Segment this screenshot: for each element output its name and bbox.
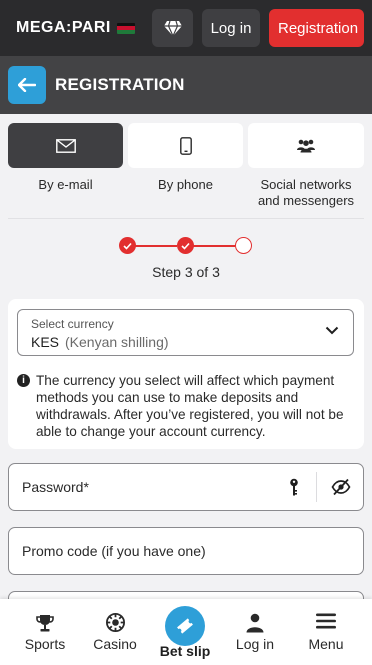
page-title: REGISTRATION (55, 75, 185, 94)
tab-social[interactable] (248, 123, 364, 168)
logo-text: MEGA:PARI (16, 19, 111, 36)
currency-info-text: The currency you select will affect whic… (36, 373, 344, 439)
nav-menu-label: Menu (308, 636, 344, 652)
promo-code-field[interactable]: Promo code (if you have one) (8, 527, 364, 575)
nav-sports[interactable]: Sports (10, 599, 80, 665)
currency-select-value: KES (Kenyan shilling) (31, 334, 169, 350)
top-header: MEGA:PARI Log in Registration (0, 0, 372, 56)
nav-sports-label: Sports (24, 636, 66, 652)
tab-email-label: By e-mail (38, 177, 93, 192)
step-progress-text: Step 3 of 3 (152, 264, 220, 280)
password-placeholder: Password* (22, 479, 89, 495)
diamond-button[interactable] (152, 9, 193, 47)
logo[interactable]: MEGA:PARI (16, 19, 135, 37)
nav-casino[interactable]: Casino (80, 599, 150, 665)
field-separator (316, 472, 317, 502)
password-field[interactable]: Password* (8, 463, 364, 511)
currency-select[interactable]: Select currency KES (Kenyan shilling) (17, 309, 354, 356)
diamond-icon (163, 20, 182, 37)
login-button[interactable]: Log in (202, 9, 260, 47)
arrow-left-icon (18, 78, 36, 92)
step-1-complete (119, 237, 136, 254)
ticket-icon (177, 618, 193, 634)
user-icon (246, 613, 264, 633)
tab-email[interactable] (8, 123, 123, 168)
nav-login[interactable]: Log in (220, 599, 290, 665)
back-button[interactable] (8, 66, 46, 104)
tab-social-label: Social networks and messengers (257, 177, 355, 208)
hamburger-menu-icon (316, 613, 336, 629)
people-icon (297, 139, 315, 153)
check-icon (123, 242, 132, 250)
info-icon: i (17, 374, 30, 387)
step-2-complete (177, 237, 194, 254)
promo-code-placeholder: Promo code (if you have one) (22, 543, 206, 559)
currency-card: Select currency KES (Kenyan shilling) i T… (8, 299, 364, 449)
step-3-current (235, 237, 252, 254)
bet-slip-label: Bet slip (159, 643, 211, 659)
envelope-icon (55, 138, 76, 153)
kenya-flag-icon (116, 22, 135, 34)
phone-icon (179, 136, 192, 155)
step-connector (193, 245, 235, 247)
currency-name: (Kenyan shilling) (65, 334, 169, 350)
check-icon (181, 242, 190, 250)
key-icon[interactable] (289, 478, 299, 496)
registration-bar: REGISTRATION (0, 56, 372, 114)
currency-select-label: Select currency (31, 317, 114, 331)
nav-login-label: Log in (235, 636, 275, 652)
tab-phone[interactable] (128, 123, 243, 168)
eye-slash-icon[interactable] (331, 478, 351, 496)
bet-slip-button[interactable] (165, 606, 205, 646)
trophy-icon (36, 615, 54, 632)
divider (8, 218, 364, 219)
registration-button[interactable]: Registration (269, 9, 364, 47)
step-connector (135, 245, 177, 247)
nav-menu[interactable]: Menu (291, 599, 361, 665)
casino-chip-icon (105, 613, 125, 632)
nav-casino-label: Casino (93, 636, 137, 652)
tab-phone-label: By phone (158, 177, 213, 192)
chevron-down-icon (325, 326, 339, 335)
currency-code: KES (31, 334, 60, 350)
